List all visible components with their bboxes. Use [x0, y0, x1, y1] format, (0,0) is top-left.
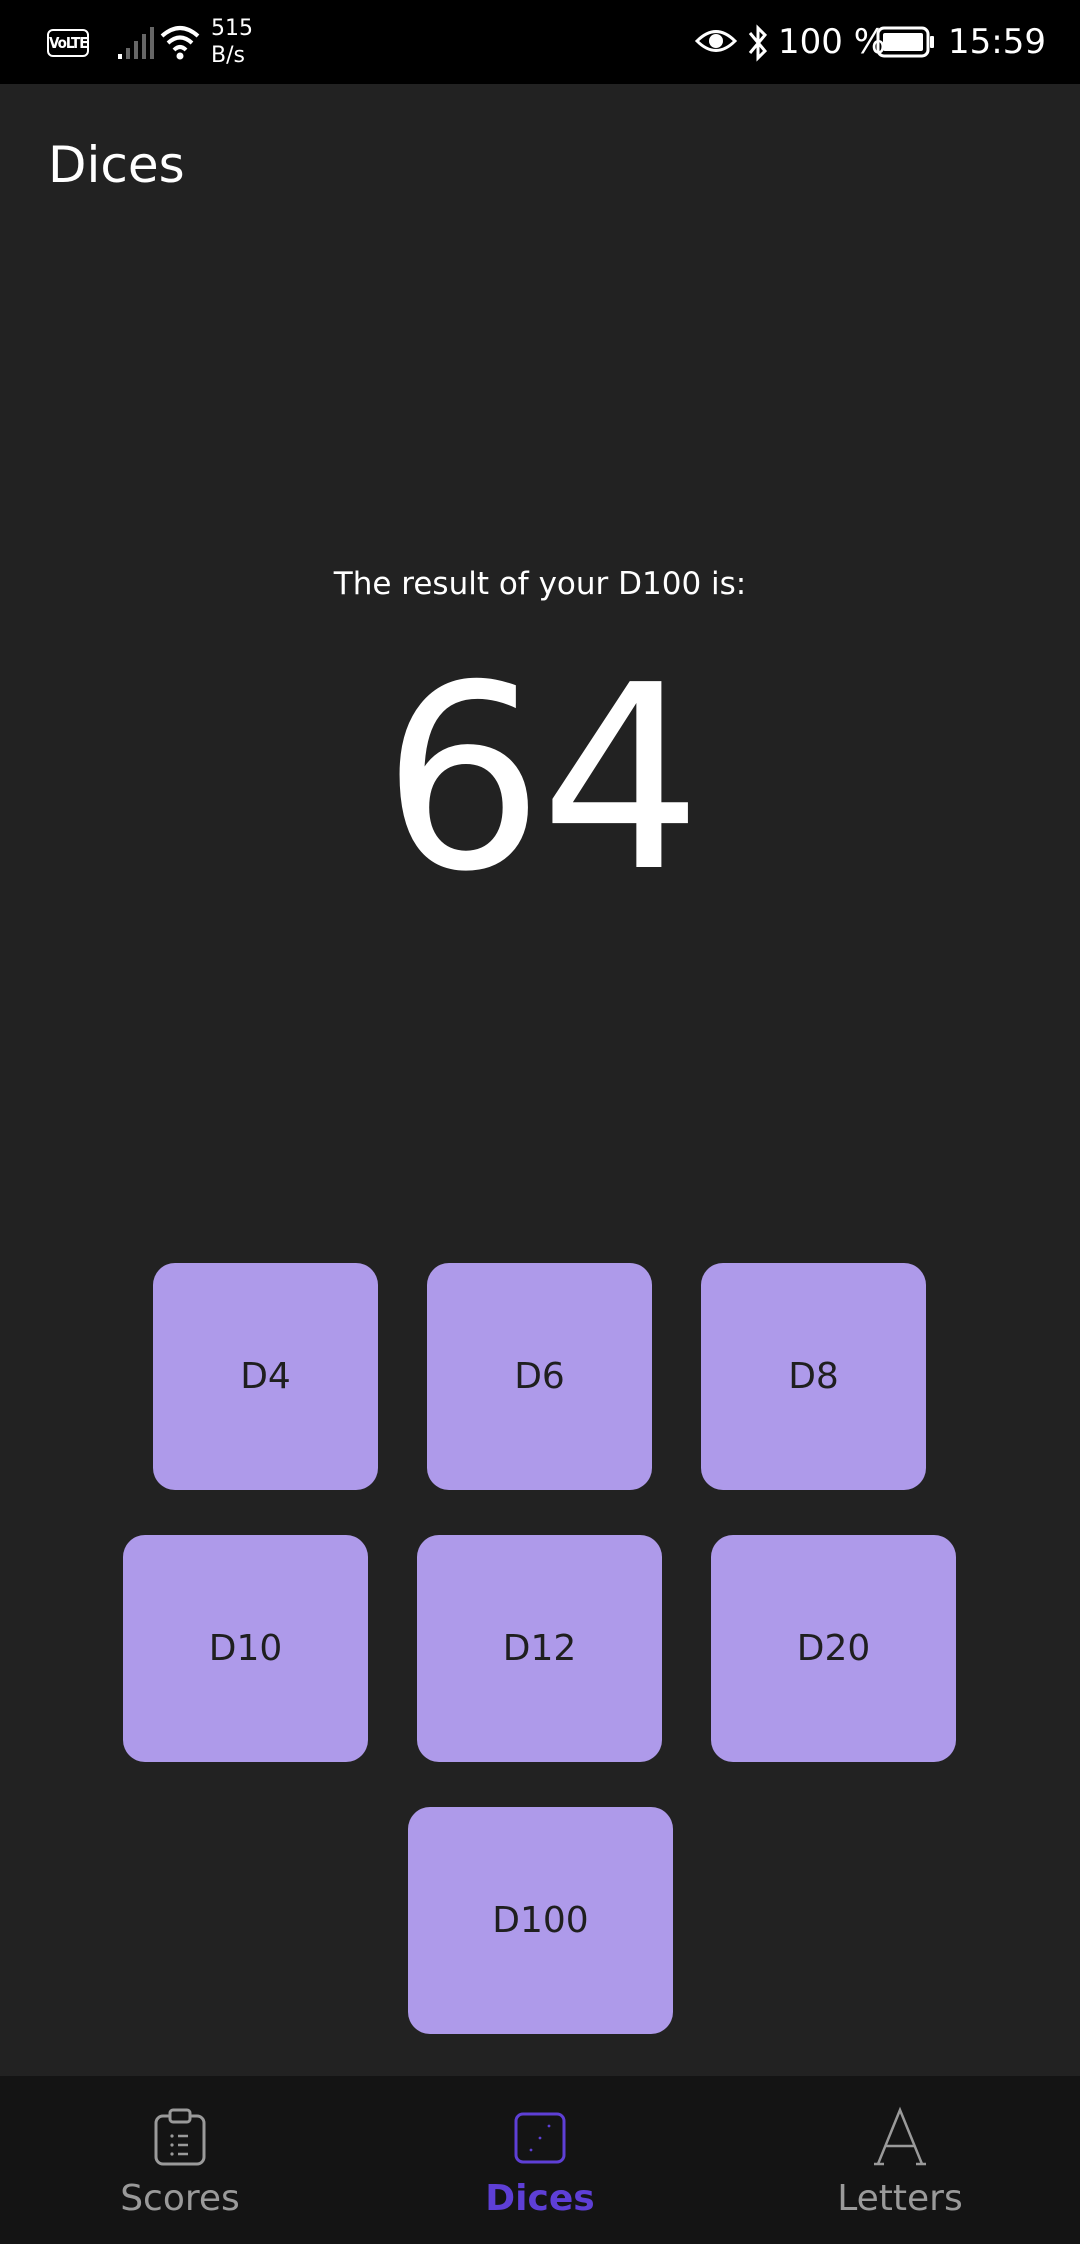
- network-speed-unit: B/s: [211, 43, 245, 68]
- d6-button[interactable]: D6: [427, 1263, 652, 1490]
- network-speed: 515 B/s: [211, 15, 271, 69]
- dice-icon: [514, 2112, 566, 2164]
- nav-item-dices[interactable]: Dices: [360, 2076, 720, 2244]
- nav-label-dices: Dices: [485, 2178, 595, 2219]
- d100-button[interactable]: D100: [408, 1807, 673, 2034]
- nav-label-scores: Scores: [120, 2178, 240, 2219]
- d10-button[interactable]: D10: [123, 1535, 368, 1762]
- network-speed-value: 515: [211, 16, 253, 41]
- nav-label-letters: Letters: [837, 2178, 963, 2219]
- bottom-nav: Scores Dices Letters: [0, 2076, 1080, 2244]
- clipboard-icon: [154, 2108, 206, 2166]
- d4-button[interactable]: D4: [153, 1263, 378, 1490]
- result-value: 64: [381, 631, 702, 928]
- letter-a-icon: [874, 2106, 926, 2166]
- d8-button[interactable]: D8: [701, 1263, 926, 1490]
- wifi-icon: [160, 26, 200, 60]
- page-title: Dices: [48, 136, 185, 194]
- signal-icon: [118, 27, 154, 59]
- clock: 15:59: [948, 22, 1046, 62]
- volte-icon: VoLTE: [47, 29, 89, 57]
- d12-button[interactable]: D12: [417, 1535, 662, 1762]
- nav-item-scores[interactable]: Scores: [0, 2076, 360, 2244]
- nav-item-letters[interactable]: Letters: [720, 2076, 1080, 2244]
- battery-icon: [876, 26, 934, 58]
- d20-button[interactable]: D20: [711, 1535, 956, 1762]
- battery-percent: 100 %: [778, 22, 887, 62]
- bluetooth-icon: [748, 24, 768, 62]
- status-bar: VoLTE 515 B/s 100 % 15:59: [0, 0, 1080, 84]
- result-label: The result of your D100 is:: [333, 566, 747, 602]
- eye-icon: [695, 30, 737, 52]
